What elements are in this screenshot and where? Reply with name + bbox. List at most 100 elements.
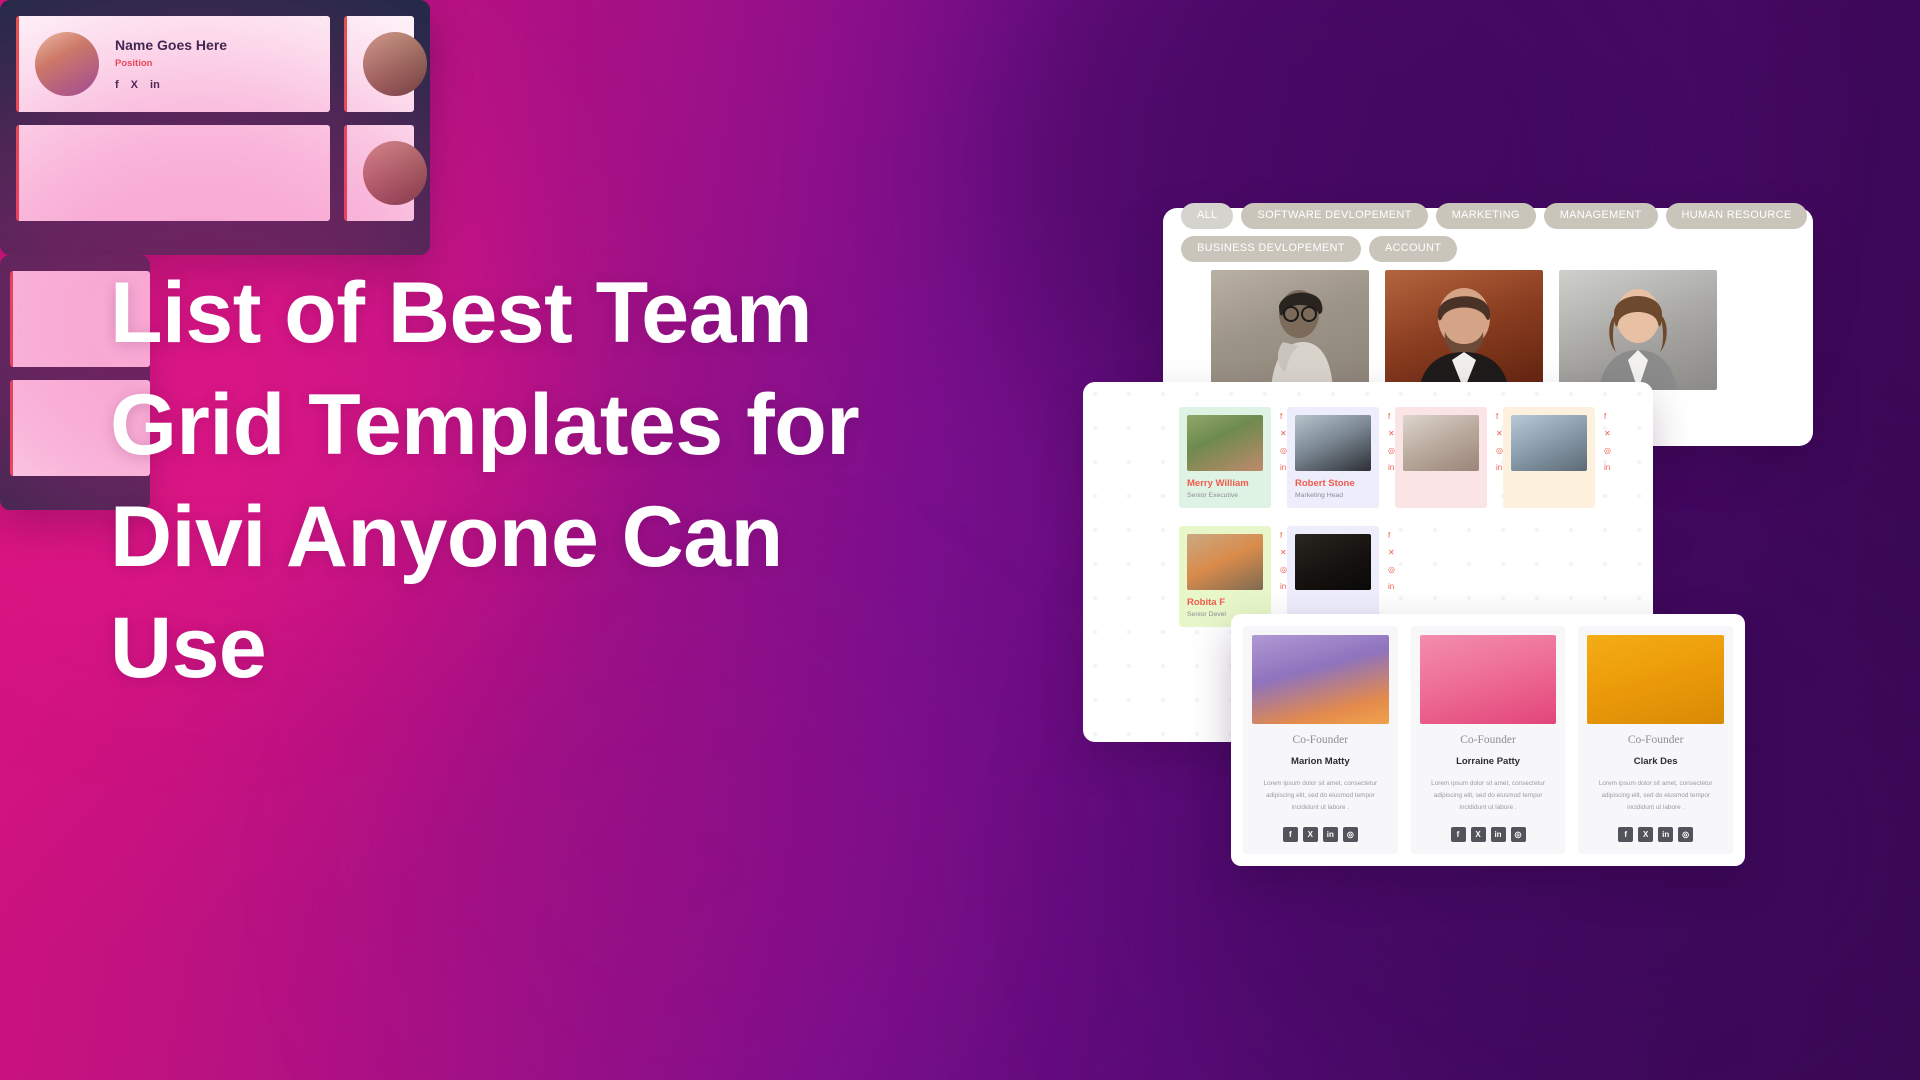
linkedin-icon[interactable]: in [1280,464,1287,472]
facebook-icon[interactable]: f [1496,413,1503,421]
category-filter-row: ALL SOFTWARE DEVLOPEMENT MARKETING MANAG… [1181,203,1851,262]
team-card-robert-stone[interactable]: Robert Stone Marketing Head f ✕ ◎ in [1287,407,1395,508]
photo-dark-portrait [1295,534,1371,590]
instagram-icon[interactable]: ◎ [1388,566,1395,574]
x-twitter-icon[interactable]: ✕ [1496,430,1503,438]
social-icon-row[interactable]: f X in ◎ [1618,827,1694,842]
navy-team-card[interactable] [344,16,427,112]
team-card-row: Robita F Senior Devel f ✕ ◎ in f ✕ ◎ in [1179,526,1595,627]
photo-business-woman-grey-blazer [1559,270,1717,390]
facebook-icon[interactable]: f [1618,827,1634,842]
social-icon-row[interactable]: f X in ◎ [1282,827,1358,842]
filter-button-marketing[interactable]: MARKETING [1435,203,1536,229]
facebook-icon[interactable]: f [1604,413,1611,421]
x-twitter-icon[interactable]: X [131,79,138,91]
social-icon-column[interactable]: f ✕ ◎ in [1388,532,1395,591]
founder-card-lorraine-patty[interactable]: Co-Founder Lorraine Patty Lorem ipsum do… [1410,626,1566,854]
facebook-icon[interactable]: f [1280,532,1287,540]
team-card-name: Merry William [1187,478,1249,489]
navy-team-card-panel: Name Goes Here Position f X in [0,0,430,255]
founder-description: Lorem ipsum dolor sit amet, consectetur … [1598,780,1713,812]
social-icon-column[interactable]: f ✕ ◎ in [1388,413,1395,472]
avatar [35,32,99,96]
founder-role: Co-Founder [1460,734,1516,747]
filter-button-software-development[interactable]: SOFTWARE DEVLOPEMENT [1241,203,1428,229]
photo-bearded-man-suit [1295,415,1371,471]
navy-team-card[interactable]: Name Goes Here Position f X in [16,16,330,112]
team-card-role: Marketing Head [1295,492,1343,499]
hero-banner: List of Best Team Grid Templates for Div… [0,0,1920,1080]
founder-description: Lorem ipsum dolor sit amet, consectetur … [1431,780,1545,812]
photo-woman-red-cup [1403,415,1479,471]
filter-button-business-development[interactable]: BUSINESS DEVLOPEMENT [1181,236,1361,262]
founder-role: Co-Founder [1292,734,1349,747]
instagram-icon[interactable]: ◎ [1604,447,1611,455]
instagram-icon[interactable]: ◎ [1388,447,1395,455]
social-icon-column[interactable]: f ✕ ◎ in [1280,532,1287,591]
x-twitter-icon[interactable]: ✕ [1604,430,1611,438]
facebook-icon[interactable]: f [1450,827,1466,842]
linkedin-icon[interactable]: in [1496,464,1503,472]
facebook-icon[interactable]: f [1280,413,1287,421]
navy-card-row [16,125,427,221]
x-twitter-icon[interactable]: X [1302,827,1318,842]
x-twitter-icon[interactable]: ✕ [1280,549,1287,557]
founder-card-marion-matty[interactable]: Co-Founder Marion Matty Lorem ipsum dolo… [1243,626,1398,854]
instagram-icon[interactable]: ◎ [1280,566,1287,574]
photo-woman-hat-sunglasses [1187,415,1263,471]
team-card-name: Robita F [1187,597,1225,608]
navy-team-card[interactable] [344,125,427,221]
founder-name: Lorraine Patty [1456,756,1520,768]
facebook-icon[interactable]: f [1388,532,1395,540]
founder-name: Clark Des [1633,756,1678,768]
team-card-merry-william[interactable]: Merry William Senior Executive f ✕ ◎ in [1179,407,1287,508]
facebook-icon[interactable]: f [1388,413,1395,421]
instagram-icon[interactable]: ◎ [1510,827,1526,842]
linkedin-icon[interactable]: in [1490,827,1506,842]
navy-card-row: Name Goes Here Position f X in [16,16,427,112]
facebook-icon[interactable]: f [1282,827,1298,842]
x-twitter-icon[interactable]: ✕ [1388,430,1395,438]
social-icon-row[interactable]: f X in ◎ [1450,827,1526,842]
team-card-robita-f[interactable]: Robita F Senior Devel f ✕ ◎ in [1179,526,1287,627]
social-icon-row[interactable]: f X in [115,79,227,91]
filter-button-management[interactable]: MANAGEMENT [1543,203,1658,229]
instagram-icon[interactable]: ◎ [1678,827,1694,842]
instagram-icon[interactable]: ◎ [1496,447,1503,455]
avatar [363,32,427,96]
x-twitter-icon[interactable]: ✕ [1280,430,1287,438]
filter-photo-row [1211,270,1717,390]
x-twitter-icon[interactable]: X [1638,827,1654,842]
team-card-4[interactable]: f ✕ ◎ in [1503,407,1611,508]
social-icon-column[interactable]: f ✕ ◎ in [1604,413,1611,472]
linkedin-icon[interactable]: in [1280,583,1287,591]
bg-glow-magenta [430,640,950,1080]
photo-woman-orange-sweater [1187,534,1263,590]
team-card-3[interactable]: f ✕ ◎ in [1395,407,1503,508]
photo-man-yellow-shirt-orange-bg [1587,635,1725,725]
linkedin-icon[interactable]: in [1658,827,1674,842]
linkedin-icon[interactable]: in [1388,464,1395,472]
member-name: Name Goes Here [115,37,228,53]
team-card-6[interactable]: f ✕ ◎ in [1287,526,1395,627]
photo-smiling-bearded-man [1385,270,1543,390]
x-twitter-icon[interactable]: ✕ [1388,549,1395,557]
filter-button-human-resource[interactable]: HUMAN RESOURCE [1665,203,1808,229]
facebook-icon[interactable]: f [115,79,119,91]
instagram-icon[interactable]: ◎ [1342,827,1358,842]
filter-button-account[interactable]: ACCOUNT [1368,236,1458,262]
team-card-name: Robert Stone [1295,478,1355,489]
navy-team-card[interactable] [16,125,330,221]
linkedin-icon[interactable]: in [150,79,160,91]
social-icon-column[interactable]: f ✕ ◎ in [1280,413,1287,472]
linkedin-icon[interactable]: in [1388,583,1395,591]
co-founder-cards-panel: Co-Founder Marion Matty Lorem ipsum dolo… [1231,614,1745,866]
founder-card-clark-des[interactable]: Co-Founder Clark Des Lorem ipsum dolor s… [1578,626,1734,854]
linkedin-icon[interactable]: in [1604,464,1611,472]
instagram-icon[interactable]: ◎ [1280,447,1287,455]
page-title: List of Best Team Grid Templates for Div… [110,265,860,697]
social-icon-column[interactable]: f ✕ ◎ in [1496,413,1503,472]
x-twitter-icon[interactable]: X [1470,827,1486,842]
filter-button-all[interactable]: ALL [1181,203,1234,229]
linkedin-icon[interactable]: in [1322,827,1338,842]
